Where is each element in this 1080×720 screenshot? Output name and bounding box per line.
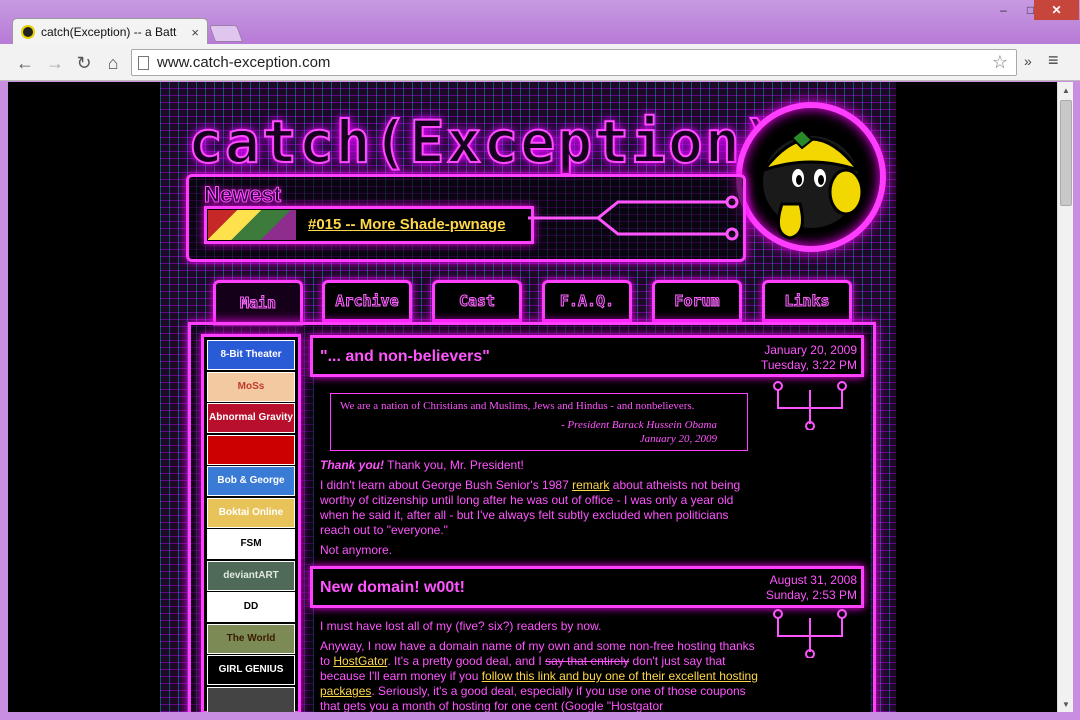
post-title[interactable]: New domain! w00t! [320, 579, 465, 597]
browser-tab[interactable]: catch(Exception) -- a Batt × [12, 18, 208, 45]
window-close-button[interactable]: ✕ [1034, 0, 1079, 20]
favicon-icon [21, 25, 35, 39]
thank-you-rest: Thank you, Mr. President! [384, 458, 524, 472]
remark-link[interactable]: remark [572, 478, 609, 492]
vertical-scrollbar[interactable]: ▲ ▼ [1057, 82, 1073, 712]
sidebar-link[interactable]: GIRL GENIUS [207, 655, 295, 685]
post-paragraph: I didn't learn about George Bush Senior'… [320, 478, 758, 538]
back-icon[interactable]: ← [14, 52, 36, 74]
bookmark-star-icon[interactable]: ☆ [992, 52, 1008, 73]
scrollbar-thumb[interactable] [1060, 100, 1072, 206]
scroll-down-icon[interactable]: ▼ [1058, 696, 1074, 712]
post-date: August 31, 2008 Sunday, 2:53 PM [766, 573, 857, 603]
tab-links[interactable]: Links [762, 280, 852, 322]
tab-main[interactable]: Main [213, 280, 303, 326]
quote-date: January 20, 2009 [639, 433, 717, 445]
reload-icon[interactable]: ↻ [73, 52, 95, 74]
post-paragraph: Anyway, I now have a domain name of my o… [320, 639, 758, 712]
sidebar-link[interactable]: DD [207, 592, 295, 622]
strikethrough-text: say that entirely [545, 654, 630, 668]
post-date-line: January 20, 2009 [764, 343, 857, 357]
tab-forum[interactable]: Forum [652, 280, 742, 322]
sidebar-link[interactable]: 8-Bit Theater [207, 340, 295, 370]
sidebar-link[interactable]: Abnormal Gravity [207, 403, 295, 433]
tab-close-icon[interactable]: × [191, 25, 199, 40]
sidebar-link[interactable]: MoSs [207, 371, 295, 402]
newest-thumbnail[interactable] [208, 210, 296, 240]
new-tab-button[interactable] [208, 25, 244, 42]
menu-icon[interactable]: ≡ [1048, 50, 1059, 71]
page-icon [138, 55, 149, 70]
post-time-line: Sunday, 2:53 PM [765, 588, 857, 602]
page-viewport: catch(Exception) Newest #015 -- More Sha… [8, 82, 1057, 712]
browser-toolbar: ← → ↻ ⌂ www.catch-exception.com ☆ » ≡ [0, 44, 1080, 81]
circuit-decoration-icon [773, 381, 847, 430]
post-time-line: Tuesday, 3:22 PM [760, 358, 857, 372]
post-paragraph: Thank you! Thank you, Mr. President! [320, 458, 758, 473]
post-title[interactable]: "... and non-believers" [320, 348, 490, 366]
paragraph-text: . It's a pretty good deal, and I [387, 654, 546, 668]
sidebar-link[interactable]: deviantART [207, 560, 295, 591]
paragraph-text: I must have lost all of my (five? six?) … [320, 619, 602, 633]
paragraph-text: Not anymore. [320, 543, 393, 557]
sidebar-link[interactable]: FSM [207, 529, 295, 559]
tab-title: catch(Exception) -- a Batt [41, 25, 177, 39]
forward-icon[interactable]: → [44, 52, 66, 74]
sidebar-link[interactable]: Boktai Online [207, 497, 295, 528]
url-text[interactable]: www.catch-exception.com [157, 54, 992, 71]
scroll-up-icon[interactable]: ▲ [1058, 82, 1074, 98]
tab-faq[interactable]: F.A.Q. [542, 280, 632, 322]
post-paragraph: Not anymore. [320, 543, 758, 558]
mascot-icon [759, 128, 864, 240]
window-titlebar: catch(Exception) -- a Batt × – □ ✕ [0, 0, 1080, 45]
home-icon[interactable]: ⌂ [102, 52, 124, 74]
quote-attribution: - President Barack Hussein Obama [560, 419, 717, 431]
sidebar-link[interactable]: The World [207, 623, 295, 654]
thank-you-bold: Thank you! [320, 458, 385, 472]
tab-archive[interactable]: Archive [322, 280, 412, 322]
mascot-ring [736, 102, 886, 252]
site-logo[interactable]: catch(Exception) [187, 107, 779, 177]
address-bar[interactable]: www.catch-exception.com ☆ [131, 49, 1017, 76]
paragraph-text: I didn't learn about George Bush Senior'… [320, 478, 573, 492]
sidebar-link[interactable] [207, 434, 295, 465]
post-date: January 20, 2009 Tuesday, 3:22 PM [761, 343, 857, 373]
quote-text: We are a nation of Christians and Muslim… [340, 400, 695, 412]
overflow-chevron-icon[interactable]: » [1024, 53, 1032, 69]
newest-comic-link[interactable]: #015 -- More Shade-pwnage [308, 216, 506, 233]
post-paragraph: I must have lost all of my (five? six?) … [320, 619, 758, 634]
tab-cast[interactable]: Cast [432, 280, 522, 322]
circuit-decoration-icon [773, 609, 847, 658]
circuit-trace-icon [528, 195, 739, 241]
window-close-group: ✕ [1034, 0, 1079, 22]
hostgator-link[interactable]: HostGator [333, 654, 387, 668]
minimize-button[interactable]: – [990, 0, 1017, 20]
post-date-line: August 31, 2008 [769, 573, 857, 587]
sidebar-link[interactable] [207, 686, 295, 712]
paragraph-text: . Seriously, it's a good deal, especiall… [320, 684, 746, 712]
newest-label: Newest [203, 182, 282, 208]
sidebar-link[interactable]: Bob & George [207, 466, 295, 496]
